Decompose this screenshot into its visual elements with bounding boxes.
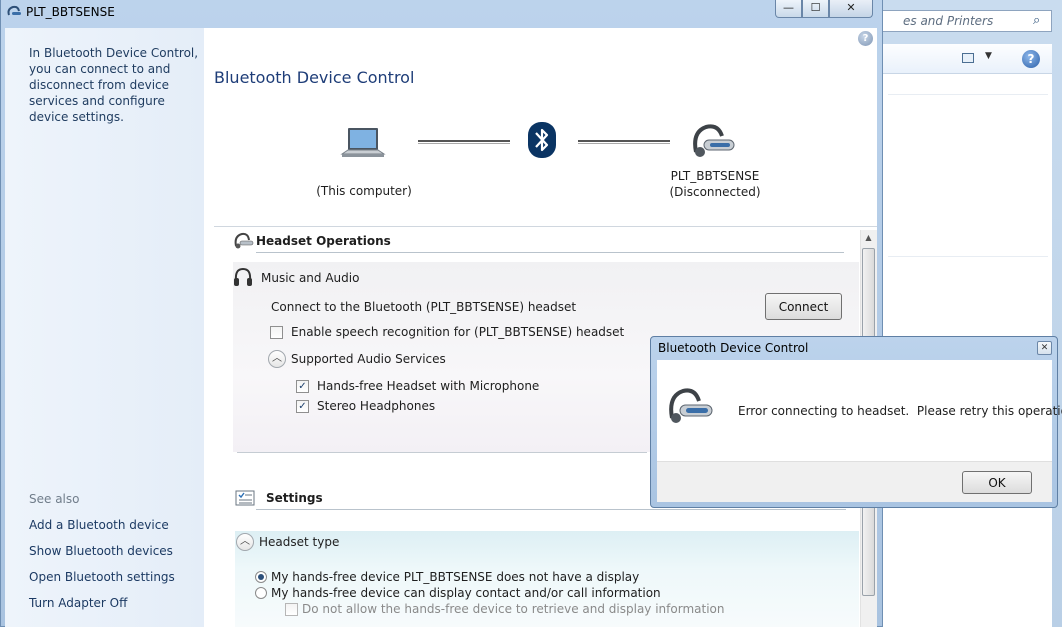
divider [256,252,844,253]
search-icon[interactable]: ⌕ [1033,13,1049,29]
stereo-headphones-label: Stereo Headphones [317,399,436,413]
headphones-icon [233,266,253,288]
connect-label: Connect to the Bluetooth (PLT_BBTSENSE) … [271,300,577,314]
device-status: (Disconnected) [669,185,761,199]
divider [888,256,1048,257]
no-display-radio[interactable] [255,571,267,583]
do-not-allow-label: Do not allow the hands-free device to re… [302,602,725,616]
divider [888,94,1048,95]
handsfree-label: Hands-free Headset with Microphone [317,379,540,393]
settings-list-icon [235,490,255,506]
display-contact-radio-label: My hands-free device can display contact… [271,586,661,600]
link-show-bluetooth-devices[interactable]: Show Bluetooth devices [29,544,173,558]
do-not-allow-checkbox[interactable] [285,603,298,616]
headset-icon [233,232,255,250]
headset-type-title: Headset type [259,535,340,549]
speech-recognition-label: Enable speech recognition for (PLT_BBTSE… [291,325,625,339]
scroll-up-arrow-icon[interactable]: ▲ [860,230,877,246]
headset-icon [688,122,738,164]
link-turn-adapter-off[interactable]: Turn Adapter Off [29,596,127,610]
background-search-box[interactable]: es and Printers [880,10,1052,32]
connect-button[interactable]: Connect [765,293,842,320]
display-contact-radio[interactable] [255,587,267,599]
link-add-bluetooth-device[interactable]: Add a Bluetooth device [29,518,169,532]
supported-audio-services-label: Supported Audio Services [291,352,446,366]
device-name: PLT_BBTSENSE [670,169,760,183]
divider [256,509,846,510]
no-display-radio-label: My hands-free device PLT_BBTSENSE does n… [271,570,640,584]
collapse-icon[interactable]: ︿ [268,350,286,368]
connection-line [418,140,510,144]
window-title: PLT_BBTSENSE [26,5,115,19]
left-pane-description: In Bluetooth Device Control, you can con… [29,46,199,124]
close-button[interactable]: ✕ [829,0,873,18]
see-also-heading: See also [29,492,80,506]
ok-button[interactable]: OK [962,471,1032,494]
headset-icon [664,386,716,432]
headset-icon [6,5,22,19]
laptop-icon [338,124,388,170]
stereo-headphones-checkbox[interactable]: ✓ [296,400,309,413]
device-label: PLT_BBTSENSE (Disconnected) [650,168,780,200]
chevron-down-icon[interactable]: ▼ [985,51,992,61]
speech-recognition-checkbox[interactable] [270,326,283,339]
help-icon[interactable]: ? [1022,50,1040,68]
minimize-button[interactable]: — [775,0,802,18]
collapse-icon[interactable]: ︿ [236,533,254,551]
handsfree-checkbox[interactable]: ✓ [296,380,309,393]
connection-line [578,140,670,144]
music-audio-title: Music and Audio [261,271,360,285]
dialog-close-button[interactable]: ✕ [1037,341,1052,355]
dialog-error-message: Error connecting to headset. Please retr… [738,404,1062,418]
link-open-bluetooth-settings[interactable]: Open Bluetooth settings [29,570,175,584]
help-icon[interactable]: ? [858,31,873,46]
computer-label: (This computer) [316,184,412,198]
section-title-settings: Settings [266,491,323,505]
maximize-button[interactable]: ☐ [802,0,829,18]
divider [237,452,647,453]
dialog-title: Bluetooth Device Control [658,341,809,355]
divider [214,226,877,227]
view-icon[interactable] [962,53,974,63]
page-title: Bluetooth Device Control [214,68,415,87]
bluetooth-icon [527,121,557,159]
section-title-headset-operations: Headset Operations [256,234,391,248]
